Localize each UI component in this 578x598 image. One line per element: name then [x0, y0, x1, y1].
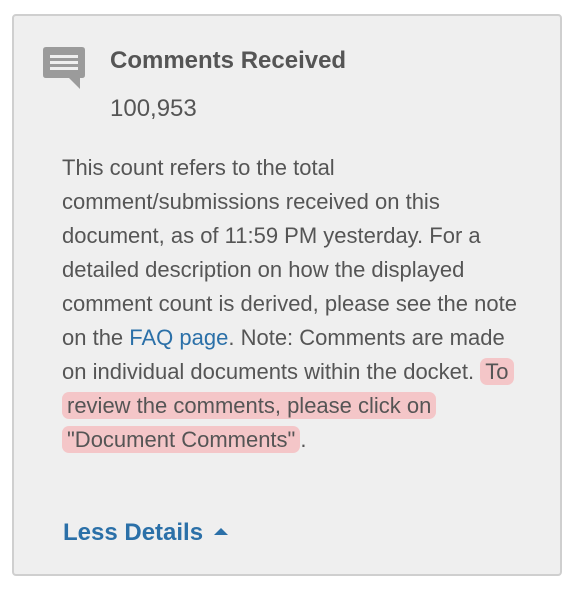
less-details-toggle[interactable]: Less Details [63, 518, 229, 548]
less-details-label: Less Details [63, 519, 204, 546]
comment-bubble-icon [43, 47, 85, 89]
caret-up-icon [214, 528, 229, 535]
description-end: . [300, 427, 307, 452]
count-description: This count refers to the total comment/s… [62, 151, 532, 457]
comments-received-card: Comments Received 100,953 This count ref… [12, 14, 562, 576]
panel-title: Comments Received [110, 47, 347, 74]
comment-count: 100,953 [110, 95, 197, 122]
description-text: This count refers to the total comment/s… [62, 155, 517, 350]
faq-page-link[interactable]: FAQ page [129, 325, 228, 350]
